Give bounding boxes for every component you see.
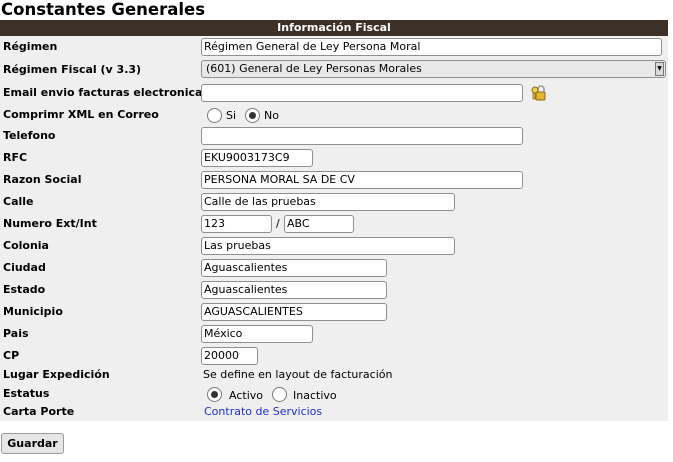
carta-porte-link[interactable]: Contrato de Servicios <box>204 405 322 419</box>
label-razon-social: Razon Social <box>3 173 82 186</box>
label-carta-porte: Carta Porte <box>3 405 75 418</box>
label-email: Email envio facturas electronicas <box>3 86 209 99</box>
label-lugar-expedicion: Lugar Expedición <box>3 368 110 381</box>
estatus-activo-label: Activo <box>229 389 263 402</box>
regimen-fiscal-selected-value: (601) General de Ley Personas Morales <box>206 62 422 75</box>
label-telefono: Telefono <box>3 129 56 142</box>
label-rfc: RFC <box>3 151 28 164</box>
section-header: Información Fiscal <box>0 20 668 36</box>
estatus-activo-radio[interactable] <box>207 387 222 402</box>
comprimir-no-radio[interactable] <box>245 108 260 123</box>
form-panel: Información Fiscal Régimen Régimen Gener… <box>0 20 668 421</box>
estatus-inactivo-radio[interactable] <box>272 387 287 402</box>
numero-ext-input[interactable]: 123 <box>201 215 272 233</box>
email-input[interactable] <box>201 84 523 102</box>
label-comprimir: Comprimr XML en Correo <box>3 108 159 121</box>
label-cp: CP <box>3 349 20 362</box>
label-colonia: Colonia <box>3 239 49 252</box>
lugar-expedicion-text: Se define en layout de facturación <box>203 368 393 381</box>
numero-int-input[interactable]: ABC <box>284 215 354 233</box>
comprimir-si-label: Si <box>226 109 237 122</box>
razon-social-input[interactable]: PERSONA MORAL SA DE CV <box>201 171 523 189</box>
page-title: Constantes Generales <box>1 0 206 19</box>
regimen-input[interactable]: Régimen General de Ley Persona Moral <box>201 38 662 56</box>
cp-input[interactable]: 20000 <box>201 347 258 365</box>
label-pais: Pais <box>3 327 29 340</box>
save-button[interactable]: Guardar <box>1 433 64 454</box>
key-lock-icon[interactable] <box>530 84 548 102</box>
label-regimen-fiscal: Régimen Fiscal (v 3.3) <box>3 63 142 76</box>
colonia-input[interactable]: Las pruebas <box>201 237 455 255</box>
label-ciudad: Ciudad <box>3 261 46 274</box>
estado-input[interactable]: Aguascalientes <box>201 281 387 299</box>
label-estado: Estado <box>3 283 46 296</box>
ciudad-input[interactable]: Aguascalientes <box>201 259 387 277</box>
label-estatus: Estatus <box>3 387 50 400</box>
regimen-fiscal-select[interactable]: (601) General de Ley Personas Morales ▼ <box>201 60 666 78</box>
label-municipio: Municipio <box>3 305 63 318</box>
numero-separator: / <box>276 217 280 230</box>
rfc-input[interactable]: EKU9003173C9 <box>201 149 313 167</box>
municipio-input[interactable]: AGUASCALIENTES <box>201 303 387 321</box>
label-regimen: Régimen <box>3 40 58 53</box>
label-calle: Calle <box>3 195 34 208</box>
estatus-inactivo-label: Inactivo <box>293 389 337 402</box>
pais-input[interactable]: México <box>201 325 313 343</box>
telefono-input[interactable] <box>201 127 523 145</box>
label-numero: Numero Ext/Int <box>3 217 97 230</box>
calle-input[interactable]: Calle de las pruebas <box>201 193 455 211</box>
comprimir-no-label: No <box>264 109 279 122</box>
chevron-down-icon[interactable]: ▼ <box>655 62 664 76</box>
comprimir-si-radio[interactable] <box>207 108 222 123</box>
